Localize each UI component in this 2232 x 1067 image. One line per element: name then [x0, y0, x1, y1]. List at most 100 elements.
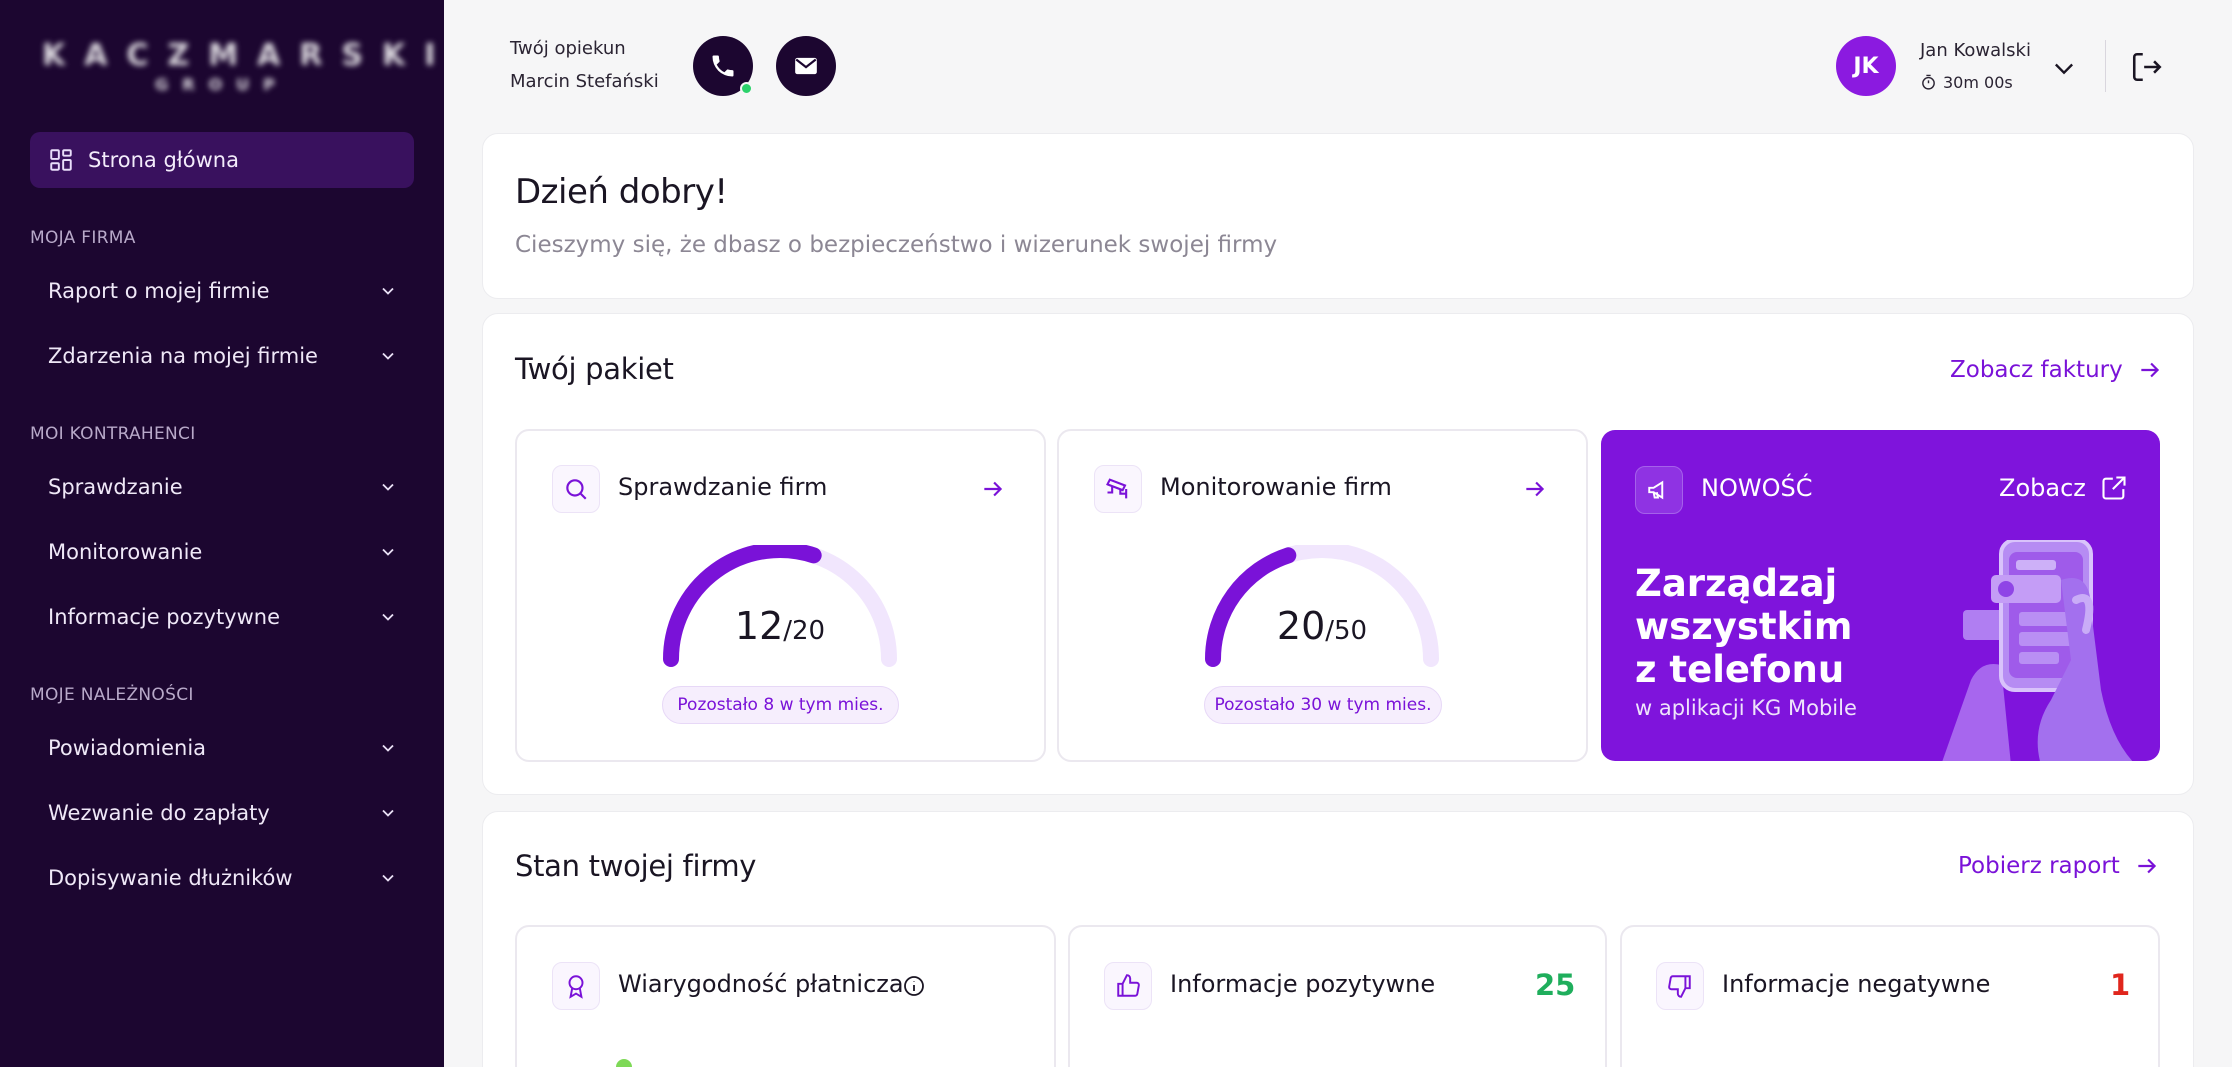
- online-status-dot: [740, 82, 753, 95]
- promo-headline: Zarządzaj wszystkim z telefonu: [1635, 562, 1852, 691]
- chevron-down-icon: [382, 809, 394, 817]
- greeting-card: [482, 133, 2194, 299]
- chevron-down-icon: [382, 352, 394, 360]
- sidebar-section-my-company: MOJA FIRMA: [30, 228, 136, 248]
- arrow-right-icon: [2138, 858, 2156, 874]
- status-card-title: Informacje negatywne: [1722, 970, 1991, 998]
- promo-see-link[interactable]: Zobacz: [1999, 474, 2128, 502]
- phone-icon: [712, 55, 734, 77]
- app-root: KACZMARSKI GROUP Strona główna MOJA FIRM…: [0, 0, 2232, 1067]
- sidebar-item-notifications[interactable]: Powiadomienia: [48, 728, 398, 768]
- sidebar-item-company-report[interactable]: Raport o mojej firmie: [48, 271, 398, 311]
- status-card-title: Informacje pozytywne: [1170, 970, 1436, 998]
- promo-label: NOWOŚĆ: [1701, 474, 1813, 502]
- sidebar-item-label: Sprawdzanie: [48, 475, 183, 499]
- arrow-right-icon: [2141, 362, 2159, 378]
- user-menu-chevron-icon[interactable]: [2050, 54, 2078, 82]
- sidebar-item-label: Informacje pozytywne: [48, 605, 281, 629]
- search-icon-box: [552, 465, 600, 513]
- sidebar-item-company-events[interactable]: Zdarzenia na mojej firmie: [48, 336, 398, 376]
- usage-used: 20: [1276, 604, 1326, 648]
- phone-in-hand-illustration: [1942, 540, 2133, 761]
- sidebar-item-checking[interactable]: Sprawdzanie: [48, 467, 398, 507]
- company-status-title: Stan twojej firmy: [515, 849, 757, 883]
- guardian-name: Marcin Stefański: [510, 71, 659, 92]
- remaining-badge: Pozostało 8 w tym mies.: [662, 686, 899, 724]
- chevron-down-icon: [382, 613, 394, 621]
- arrow-right-icon[interactable]: [980, 476, 1006, 502]
- promo-headline-line: z telefonu: [1635, 648, 1845, 691]
- package-item-title: Sprawdzanie firm: [618, 473, 828, 501]
- greeting-subtitle: Cieszymy się, że dbasz o bezpieczeństwo …: [515, 232, 1278, 258]
- promo-headline-line: Zarządzaj: [1635, 562, 1838, 605]
- logo-wordmark: KACZMARSKI: [42, 38, 455, 73]
- sidebar-item-label: Dopisywanie dłużników: [48, 866, 293, 890]
- sidebar-item-label: Wezwanie do zapłaty: [48, 801, 270, 825]
- chevron-down-icon: [382, 744, 394, 752]
- view-invoices-label: Zobacz faktury: [1950, 357, 2123, 383]
- sidebar-section-contractors: MOI KONTRAHENCI: [30, 424, 196, 444]
- promo-see-label: Zobacz: [1999, 474, 2086, 502]
- promo-card-kg-mobile[interactable]: NOWOŚĆ Zobacz Zarządzaj wszystkim z tele…: [1601, 430, 2160, 761]
- chevron-down-icon: [382, 287, 394, 295]
- usage-total: /50: [1325, 616, 1368, 646]
- promo-headline-line: wszystkim: [1635, 605, 1853, 648]
- user-avatar[interactable]: JK: [1836, 36, 1896, 96]
- logout-icon[interactable]: [2130, 50, 2164, 84]
- negative-info-count: 1: [2110, 968, 2131, 1002]
- session-timer-value: 30m 00s: [1943, 73, 2013, 92]
- thumbs-up-icon-box: [1104, 962, 1152, 1010]
- sidebar-item-payment-demand[interactable]: Wezwanie do zapłaty: [48, 793, 398, 833]
- package-title: Twój pakiet: [515, 352, 674, 386]
- usage-total: /20: [783, 616, 826, 646]
- download-report-label: Pobierz raport: [1958, 853, 2120, 879]
- remaining-badge: Pozostało 30 w tym mies.: [1204, 686, 1442, 724]
- arrow-right-icon[interactable]: [1522, 476, 1548, 502]
- sidebar-section-receivables: MOJE NALEŻNOŚCI: [30, 685, 194, 705]
- thumbs-down-icon-box: [1656, 962, 1704, 1010]
- header-divider: [2105, 40, 2106, 92]
- search-icon: [566, 479, 587, 500]
- stopwatch-icon: [1922, 74, 1935, 90]
- thumbs-up-icon: [1117, 974, 1140, 997]
- chevron-down-icon: [382, 874, 394, 882]
- promo-subtitle: w aplikacji KG Mobile: [1635, 696, 1857, 720]
- greeting-title: Dzień dobry!: [515, 172, 728, 212]
- brand-logo[interactable]: KACZMARSKI GROUP: [42, 38, 455, 94]
- megaphone-icon: [1648, 480, 1664, 500]
- megaphone-icon-box: [1635, 466, 1683, 514]
- usage-used: 12: [734, 604, 784, 648]
- sidebar-item-home[interactable]: Strona główna: [30, 132, 414, 188]
- sidebar-item-label: Monitorowanie: [48, 540, 203, 564]
- checking-usage: 12/20: [660, 604, 900, 648]
- sidebar-item-positive-info[interactable]: Informacje pozytywne: [48, 597, 398, 637]
- logo-subline: GROUP: [155, 75, 289, 94]
- sidebar-item-label: Strona główna: [88, 148, 239, 172]
- cctv-icon: [1106, 478, 1128, 499]
- monitoring-usage: 20/50: [1202, 604, 1442, 648]
- status-card-title: Wiarygodność płatnicza: [618, 970, 904, 998]
- cctv-icon-box: [1094, 465, 1142, 513]
- view-invoices-link[interactable]: Zobacz faktury: [1950, 357, 2163, 383]
- guardian-label: Twój opiekun: [510, 38, 626, 59]
- positive-info-count: 25: [1535, 968, 1576, 1002]
- sidebar: KACZMARSKI GROUP Strona główna MOJA FIRM…: [0, 0, 444, 1067]
- user-name: Jan Kowalski: [1920, 40, 2031, 61]
- session-timer: 30m 00s: [1920, 73, 2013, 92]
- dashboard-grid-icon: [50, 149, 72, 171]
- download-report-link[interactable]: Pobierz raport: [1958, 853, 2160, 879]
- info-icon[interactable]: [902, 974, 926, 998]
- thumbs-down-icon: [1668, 975, 1691, 998]
- award-icon: [568, 975, 584, 999]
- mail-icon: [795, 57, 817, 75]
- chevron-down-icon: [382, 483, 394, 491]
- sidebar-item-label: Raport o mojej firmie: [48, 279, 270, 303]
- package-item-title: Monitorowanie firm: [1160, 473, 1392, 501]
- email-guardian-button[interactable]: [776, 36, 836, 96]
- sidebar-item-monitoring[interactable]: Monitorowanie: [48, 532, 398, 572]
- chevron-down-icon: [382, 548, 394, 556]
- sidebar-item-label: Zdarzenia na mojej firmie: [48, 344, 318, 368]
- external-link-icon: [2102, 476, 2126, 500]
- sidebar-item-label: Powiadomienia: [48, 736, 207, 760]
- sidebar-item-add-debtors[interactable]: Dopisywanie dłużników: [48, 858, 398, 898]
